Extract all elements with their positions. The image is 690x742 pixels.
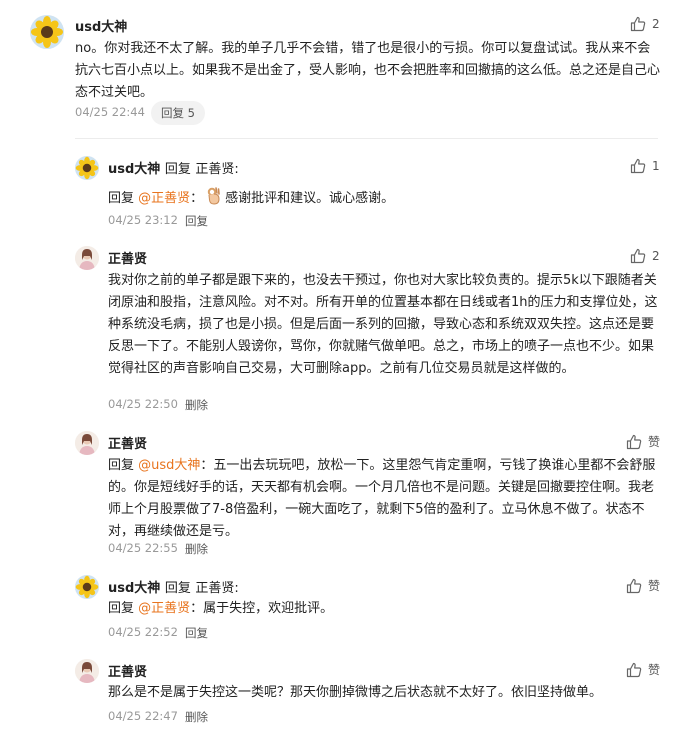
delete-button[interactable]: 删除 [185, 709, 208, 725]
like-button[interactable]: 赞 [626, 661, 660, 678]
reply-body: 感谢批评和建议。诚心感谢。 [225, 191, 395, 206]
avatar[interactable] [75, 431, 99, 455]
thumbs-up-icon [630, 248, 646, 264]
like-button[interactable]: 2 [630, 16, 660, 32]
reply-button[interactable]: 回复 [185, 213, 208, 229]
comment-text: no。你对我还不太了解。我的单子几乎不会错，错了也是很小的亏损。你可以复盘试试。… [75, 41, 661, 100]
reply-button[interactable]: 回复 [185, 625, 208, 641]
mention-colon: ： [200, 458, 214, 473]
mention-colon: ： [190, 601, 204, 616]
sunflower-avatar-icon [30, 15, 64, 49]
divider [75, 138, 658, 139]
like-count: 2 [652, 17, 660, 31]
reply-word: 回复 [164, 162, 191, 177]
mention-link[interactable]: @正善贤 [138, 191, 190, 206]
sunflower-avatar-icon [75, 156, 99, 180]
like-count: 1 [652, 159, 660, 173]
delete-button[interactable]: 删除 [185, 541, 208, 557]
reply-text: 回复 @正善贤：属于失控，欢迎批评。 [108, 598, 660, 620]
like-button[interactable]: 赞 [626, 433, 660, 450]
reply-prefix: 回复 [108, 601, 139, 616]
user-avatar-icon [75, 246, 99, 270]
thumbs-up-icon [630, 16, 646, 32]
sunflower-avatar-icon [75, 575, 99, 599]
reply-prefix: 回复 [108, 458, 139, 473]
reply-prefix: 回复 [108, 191, 139, 206]
reply-word: 回复 [164, 581, 191, 596]
like-label: 赞 [648, 663, 661, 677]
thumbs-up-icon [626, 434, 642, 449]
avatar[interactable] [30, 15, 64, 49]
reply-text: 回复 @usd大神：五一出去玩玩吧，放松一下。这里怨气肯定重啊，亏钱了换谁心里都… [108, 455, 660, 543]
reply-count-button[interactable]: 回复 5 [151, 101, 205, 125]
reply-target[interactable]: 正善贤: [195, 162, 238, 177]
delete-button[interactable]: 删除 [185, 397, 208, 413]
reply-author[interactable]: 正善贤 [108, 661, 147, 680]
reply-text: 回复 @正善贤： 感谢批评和建议。诚心感谢。 [108, 186, 658, 214]
thumbs-up-icon [630, 158, 646, 174]
reply-target[interactable]: 正善贤: [195, 581, 238, 596]
like-button[interactable]: 赞 [626, 577, 660, 594]
avatar[interactable] [75, 156, 99, 180]
reply-header: usd大神 回复 正善贤: [108, 577, 239, 596]
mention-link[interactable]: @正善贤 [138, 601, 190, 616]
reply-time: 04/25 22:50 [108, 397, 178, 411]
reply-author[interactable]: usd大神 [108, 581, 160, 596]
avatar[interactable] [75, 659, 99, 683]
thumbs-up-icon [626, 662, 642, 677]
like-button[interactable]: 1 [630, 158, 660, 174]
avatar[interactable] [75, 246, 99, 270]
like-label: 赞 [648, 435, 661, 449]
reply-text: 那么是不是属于失控这一类呢？那天你删掉微博之后状态就不太好了。依旧坚持做单。 [108, 685, 603, 700]
reply-body: 属于失控，欢迎批评。 [203, 601, 334, 616]
like-button[interactable]: 2 [630, 248, 660, 264]
like-count: 2 [652, 249, 660, 263]
reply-author[interactable]: 正善贤 [108, 248, 147, 267]
reply-author[interactable]: usd大神 [108, 162, 160, 177]
like-label: 赞 [648, 579, 661, 593]
user-avatar-icon [75, 431, 99, 455]
reply-time: 04/25 22:47 [108, 709, 178, 723]
ok-hand-icon [205, 186, 223, 214]
reply-text: 我对你之前的单子都是跟下来的，也没去干预过，你也对大家比较负责的。提示5k以下跟… [108, 273, 658, 376]
mention-colon: ： [190, 191, 204, 206]
reply-header: usd大神 回复 正善贤: [108, 158, 239, 177]
mention-link[interactable]: @usd大神 [138, 458, 200, 473]
avatar[interactable] [75, 575, 99, 599]
comment-time: 04/25 22:44 [75, 105, 145, 119]
reply-time: 04/25 22:55 [108, 541, 178, 555]
thumbs-up-icon [626, 578, 642, 593]
reply-time: 04/25 23:12 [108, 213, 178, 227]
user-avatar-icon [75, 659, 99, 683]
reply-author[interactable]: 正善贤 [108, 433, 147, 452]
comment-author[interactable]: usd大神 [75, 16, 127, 35]
reply-time: 04/25 22:52 [108, 625, 178, 639]
